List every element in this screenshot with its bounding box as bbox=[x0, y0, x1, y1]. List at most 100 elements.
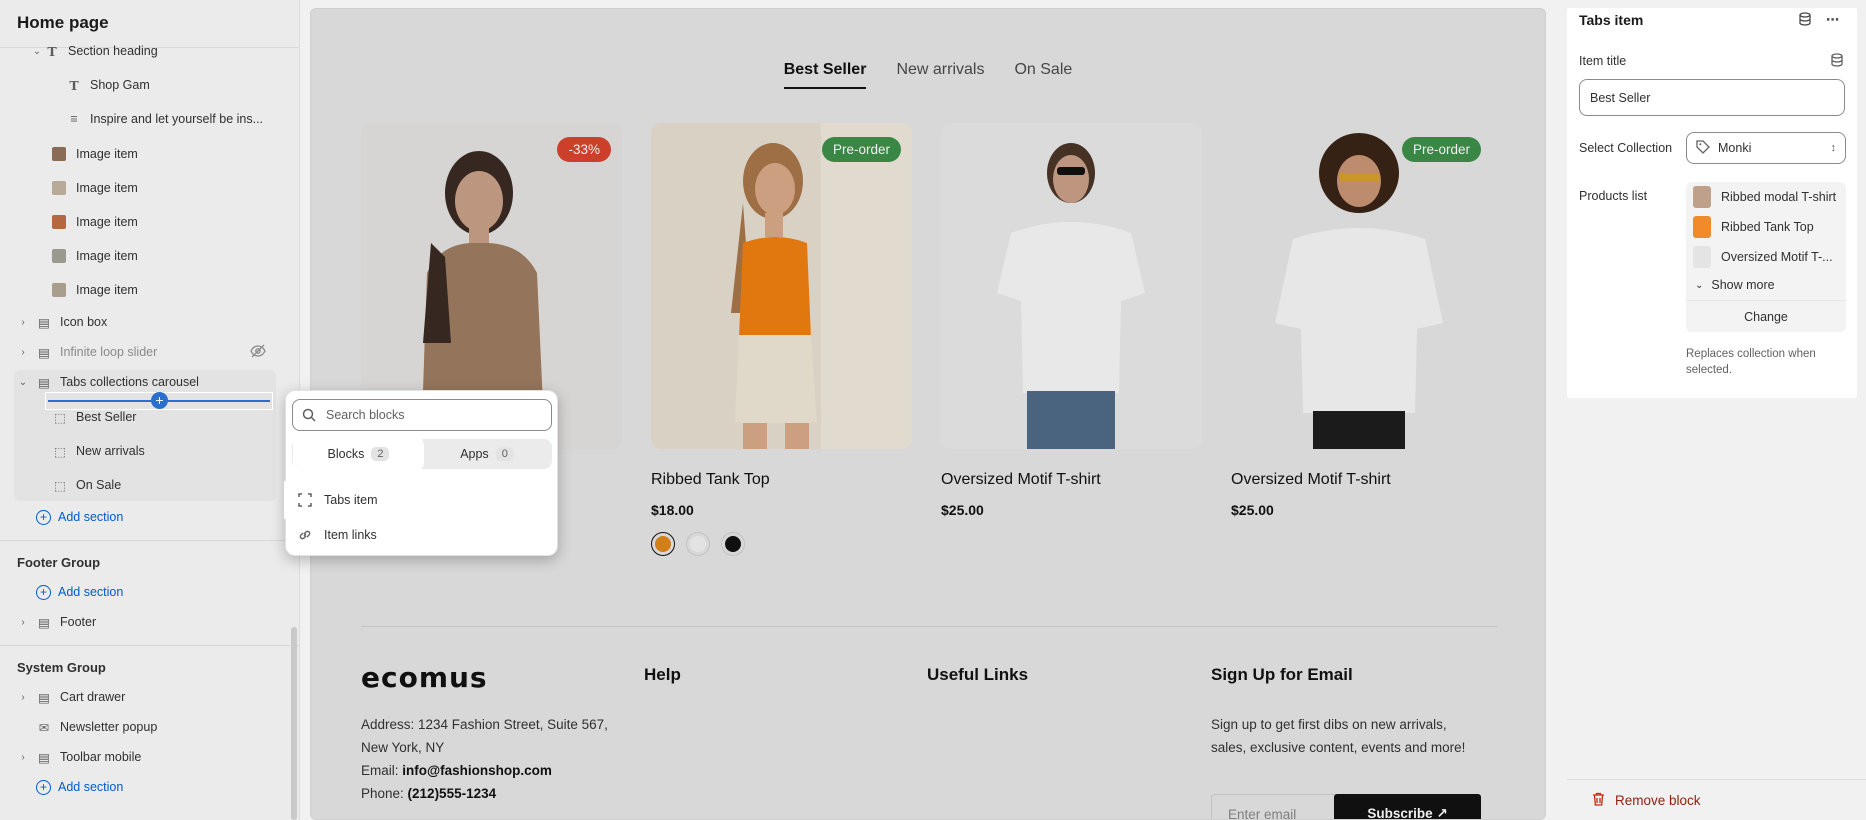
block-picker-popover: Blocks 2 Apps 0 Tabs item Item links bbox=[284, 390, 558, 556]
product-thumbnail bbox=[1693, 216, 1711, 238]
product-list-label: Ribbed Tank Top bbox=[1721, 220, 1814, 234]
add-section-label: Add section bbox=[58, 510, 124, 524]
sidebar-scrollbar[interactable] bbox=[291, 627, 297, 820]
tree-item-label: Image item bbox=[76, 181, 138, 195]
color-swatches bbox=[651, 532, 912, 556]
dynamic-source-icon[interactable] bbox=[1830, 53, 1844, 70]
image-thumbnail bbox=[52, 147, 66, 161]
plus-circle-icon: + bbox=[36, 779, 51, 795]
add-section-button[interactable]: + Add section bbox=[36, 777, 123, 797]
footer-help-title: Help bbox=[644, 665, 681, 684]
item-title-label: Item title bbox=[1579, 54, 1627, 68]
panel-actions: ⋯ bbox=[1798, 12, 1840, 29]
divider bbox=[1567, 779, 1866, 780]
swatch-orange[interactable] bbox=[651, 532, 675, 556]
image-thumbnail bbox=[52, 181, 66, 195]
product-name[interactable]: Oversized Motif T-shirt bbox=[941, 471, 1202, 489]
tree-item-label: Toolbar mobile bbox=[60, 750, 142, 764]
section-sidebar: Home page ⌄ T Section heading T Shop Gam… bbox=[0, 0, 300, 820]
add-section-button[interactable]: + Add section bbox=[36, 507, 123, 527]
phone-value: (212)555-1234 bbox=[407, 786, 497, 801]
tree-item-newsletter-popup[interactable]: ✉ Newsletter popup bbox=[36, 712, 299, 742]
search-blocks-input[interactable] bbox=[326, 408, 526, 422]
email-link[interactable]: info@fashionshop.com bbox=[402, 763, 552, 778]
database-icon[interactable] bbox=[1798, 12, 1812, 29]
sale-badge: -33% bbox=[557, 137, 611, 162]
remove-block-button[interactable]: Remove block bbox=[1592, 792, 1701, 809]
chevron-right-icon[interactable]: › bbox=[16, 692, 30, 703]
tree-item-image-item[interactable]: Image item bbox=[52, 241, 299, 271]
tree-item-image-item[interactable]: Image item bbox=[52, 173, 299, 203]
count-badge: 0 bbox=[495, 447, 514, 461]
tree-item-new-arrivals[interactable]: ⬚ New arrivals bbox=[52, 436, 299, 466]
product-thumbnail bbox=[1693, 246, 1711, 268]
tree-item-cart-drawer[interactable]: › ▤ Cart drawer bbox=[16, 682, 299, 712]
search-icon bbox=[302, 408, 316, 422]
section-icon: ▤ bbox=[38, 375, 50, 390]
tab-apps[interactable]: Apps 0 bbox=[422, 439, 552, 469]
search-blocks-field[interactable] bbox=[292, 399, 552, 431]
tree-item-image-item[interactable]: Image item bbox=[52, 139, 299, 169]
tree-item-label: Image item bbox=[76, 215, 138, 229]
product-list-item[interactable]: Ribbed modal T-shirt bbox=[1686, 182, 1846, 212]
chevron-right-icon[interactable]: › bbox=[16, 617, 30, 628]
product-list-label: Ribbed modal T-shirt bbox=[1721, 190, 1837, 204]
block-option-tabs-item[interactable]: Tabs item bbox=[284, 481, 430, 519]
swatch-white[interactable] bbox=[686, 532, 710, 556]
tree-item-section-heading[interactable]: ⌄ T Section heading bbox=[30, 36, 299, 66]
count-badge: 2 bbox=[371, 447, 390, 461]
chevron-right-icon[interactable]: › bbox=[16, 347, 30, 358]
add-section-button[interactable]: + Add section bbox=[36, 582, 123, 602]
chevron-down-icon[interactable]: ⌄ bbox=[16, 377, 30, 388]
product-image[interactable]: Pre-order bbox=[1231, 123, 1492, 449]
tree-item-image-item[interactable]: Image item bbox=[52, 275, 299, 305]
section-icon: ▤ bbox=[38, 345, 50, 360]
block-icon: ⬚ bbox=[54, 444, 66, 459]
show-more-button[interactable]: ⌄ Show more bbox=[1686, 272, 1846, 298]
swatch-black[interactable] bbox=[721, 532, 745, 556]
change-products-button[interactable]: Change bbox=[1686, 300, 1846, 332]
tab-on-sale[interactable]: On Sale bbox=[1014, 61, 1072, 89]
block-option-item-links[interactable]: Item links bbox=[286, 518, 428, 552]
product-card[interactable]: Pre-order Ribbed Tank Top $18.00 bbox=[651, 123, 912, 556]
add-block-icon[interactable]: + bbox=[151, 392, 168, 409]
product-card[interactable]: Pre-order Oversized Motif T-shirt $25.00 bbox=[1231, 123, 1492, 518]
product-name[interactable]: Ribbed Tank Top bbox=[651, 471, 912, 489]
tree-item-on-sale[interactable]: ⬚ On Sale bbox=[52, 470, 299, 500]
block-icon: ⬚ bbox=[54, 478, 66, 493]
chevron-right-icon[interactable]: › bbox=[16, 317, 30, 328]
tree-item-footer[interactable]: › ▤ Footer bbox=[16, 607, 299, 637]
footer-logo[interactable]: ecomus bbox=[361, 661, 488, 694]
chevron-down-icon[interactable]: ⌄ bbox=[30, 46, 44, 57]
tree-item-image-item[interactable]: Image item bbox=[52, 207, 299, 237]
tag-icon bbox=[1696, 139, 1710, 157]
plus-circle-icon: + bbox=[36, 509, 51, 525]
subscribe-button[interactable]: Subscribe ↗ bbox=[1334, 794, 1481, 819]
tree-item-shop-gam[interactable]: T Shop Gam bbox=[66, 70, 299, 100]
section-icon: ▤ bbox=[38, 315, 50, 330]
tree-item-icon-box[interactable]: › ▤ Icon box bbox=[16, 307, 299, 337]
tab-best-seller[interactable]: Best Seller bbox=[783, 61, 867, 89]
drop-indicator: + bbox=[45, 392, 273, 410]
newsletter-form: Enter email Subscribe ↗ bbox=[1211, 794, 1481, 819]
product-list-item[interactable]: Oversized Motif T-... bbox=[1686, 242, 1846, 272]
tab-blocks[interactable]: Blocks 2 bbox=[292, 435, 425, 473]
tab-label: Apps bbox=[460, 447, 489, 461]
product-list-item[interactable]: Ribbed Tank Top bbox=[1686, 212, 1846, 242]
block-icon: ⬚ bbox=[54, 410, 66, 425]
trash-icon bbox=[1592, 792, 1605, 809]
item-title-input[interactable]: Best Seller bbox=[1579, 79, 1845, 116]
tab-new-arrivals[interactable]: New arrivals bbox=[896, 61, 984, 89]
add-section-label: Add section bbox=[58, 585, 124, 599]
eye-off-icon[interactable] bbox=[250, 344, 274, 361]
collection-select[interactable]: Monki ↕ bbox=[1686, 132, 1846, 164]
email-input[interactable]: Enter email bbox=[1212, 795, 1334, 819]
tree-item-inspire[interactable]: ≡ Inspire and let yourself be ins... bbox=[66, 104, 299, 134]
chevron-right-icon[interactable]: › bbox=[16, 752, 30, 763]
product-name[interactable]: Oversized Motif T-shirt bbox=[1231, 471, 1492, 489]
product-image[interactable]: Pre-order bbox=[651, 123, 912, 449]
more-options-icon[interactable]: ⋯ bbox=[1826, 12, 1840, 29]
product-image[interactable] bbox=[941, 123, 1202, 449]
tree-item-toolbar-mobile[interactable]: › ▤ Toolbar mobile bbox=[16, 742, 299, 772]
product-card[interactable]: Oversized Motif T-shirt $25.00 bbox=[941, 123, 1202, 518]
